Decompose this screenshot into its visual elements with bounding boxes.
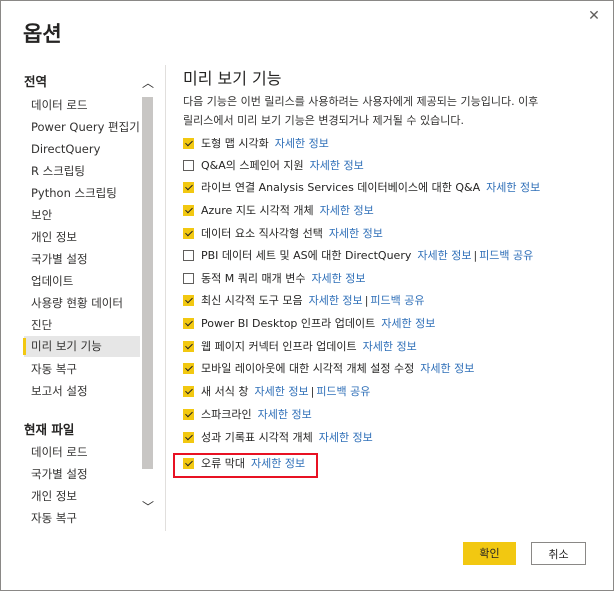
feature-checkbox[interactable] — [183, 409, 194, 420]
sidebar-item-regional-settings[interactable]: 국가별 설정 — [24, 249, 138, 270]
feature-checkbox[interactable] — [183, 250, 194, 261]
sidebar-item-file-privacy[interactable]: 개인 정보 — [24, 486, 138, 507]
feature-checkbox[interactable] — [183, 432, 194, 443]
sidebar-item-usage-data[interactable]: 사용량 현황 데이터 — [24, 293, 138, 314]
feature-label: PBI 데이터 세트 및 AS에 대한 DirectQuery — [201, 249, 412, 262]
feature-checkbox[interactable] — [183, 205, 194, 216]
section-header-global: 전역 — [24, 74, 48, 89]
learn-more-link[interactable]: 자세한 정보 — [363, 340, 417, 353]
feature-row-rect-select: 데이터 요소 직사각형 선택 자세한 정보 — [183, 224, 383, 244]
pane-divider — [165, 65, 166, 531]
learn-more-link[interactable]: 자세한 정보 — [320, 204, 374, 217]
feature-label: Q&A의 스페인어 지원 — [201, 159, 304, 172]
learn-more-link[interactable]: 자세한 정보 — [417, 249, 471, 262]
learn-more-link[interactable]: 자세한 정보 — [420, 362, 474, 375]
feature-checkbox[interactable] — [183, 138, 194, 149]
feature-label: Azure 지도 시각적 개체 — [201, 204, 314, 217]
feature-checkbox[interactable] — [183, 228, 194, 239]
feature-row-format-pane: 새 서식 창 자세한 정보 | 피드백 공유 — [183, 382, 370, 402]
learn-more-link[interactable]: 자세한 정보 — [329, 227, 383, 240]
feature-row-mobile-layout: 모바일 레이아웃에 대한 시각적 개체 설정 수정 자세한 정보 — [183, 359, 474, 379]
feature-label: 라이브 연결 Analysis Services 데이터베이스에 대한 Q&A — [201, 181, 481, 194]
sidebar-item-diagnostics[interactable]: 진단 — [24, 315, 138, 336]
sidebar-item-security[interactable]: 보안 — [24, 205, 138, 226]
learn-more-link[interactable]: 자세한 정보 — [311, 272, 365, 285]
feature-row-dynamic-m: 동적 M 쿼리 매개 변수 자세한 정보 — [183, 269, 366, 289]
feature-row-scorecard: 성과 기록표 시각적 개체 자세한 정보 — [183, 428, 373, 448]
sidebar-item-privacy[interactable]: 개인 정보 — [24, 227, 138, 248]
scrollbar-thumb[interactable] — [142, 97, 153, 469]
learn-more-link[interactable]: 자세한 정보 — [275, 137, 329, 150]
feature-label: Power BI Desktop 인프라 업데이트 — [201, 317, 376, 330]
sidebar-item-file-data-load[interactable]: 데이터 로드 — [24, 442, 138, 463]
feature-label: 동적 M 쿼리 매개 변수 — [201, 272, 306, 285]
sidebar-item-data-load[interactable]: 데이터 로드 — [24, 95, 138, 116]
description-text: 다음 기능은 이번 릴리스를 사용하려는 사용자에게 제공되는 기능입니다. 이… — [183, 92, 603, 130]
feature-row-desktop-infra: Power BI Desktop 인프라 업데이트 자세한 정보 — [183, 314, 435, 334]
feature-checkbox[interactable] — [183, 363, 194, 374]
feature-checkbox[interactable] — [183, 182, 194, 193]
feature-row-qna-live-connect: 라이브 연결 Analysis Services 데이터베이스에 대한 Q&A 자… — [183, 178, 540, 198]
share-feedback-link[interactable]: 피드백 공유 — [479, 249, 533, 262]
learn-more-link[interactable]: 자세한 정보 — [254, 385, 308, 398]
feature-row-azure-map: Azure 지도 시각적 개체 자세한 정보 — [183, 201, 374, 221]
dialog-title: 옵션 — [23, 22, 62, 46]
ok-button[interactable]: 확인 — [463, 542, 516, 565]
sidebar-item-r-scripting[interactable]: R 스크립팅 — [24, 161, 138, 182]
sidebar-item-file-auto-recovery[interactable]: 자동 복구 — [24, 508, 138, 529]
learn-more-link[interactable]: 자세한 정보 — [381, 317, 435, 330]
share-feedback-link[interactable]: 피드백 공유 — [370, 294, 424, 307]
feature-row-web-connector: 웹 페이지 커넥터 인프라 업데이트 자세한 정보 — [183, 337, 417, 357]
sidebar-item-updates[interactable]: 업데이트 — [24, 271, 138, 292]
cancel-button[interactable]: 취소 — [531, 542, 586, 565]
description-line-2: 릴리스에서 미리 보기 기능은 변경되거나 제거될 수 있습니다. — [183, 114, 464, 127]
options-dialog: ✕ 옵션 전역 데이터 로드 Power Query 편집기 DirectQue… — [0, 0, 614, 591]
sidebar-item-auto-recovery[interactable]: 자동 복구 — [24, 359, 138, 380]
section-header-current-file: 현재 파일 — [24, 422, 75, 437]
feature-label: 웹 페이지 커넥터 인프라 업데이트 — [201, 340, 357, 353]
highlight-box — [173, 453, 318, 478]
feature-row-visual-toolbar: 최신 시각적 도구 모음 자세한 정보 | 피드백 공유 — [183, 291, 425, 311]
feature-label: 새 서식 창 — [201, 385, 249, 398]
feature-checkbox[interactable] — [183, 318, 194, 329]
chevron-up-icon[interactable]: ︿ — [140, 75, 156, 91]
feature-label: 데이터 요소 직사각형 선택 — [201, 227, 323, 240]
feature-row-shape-map: 도형 맵 시각화 자세한 정보 — [183, 134, 329, 154]
feature-row-qna-spanish: Q&A의 스페인어 지원 자세한 정보 — [183, 156, 364, 176]
sidebar-item-python-scripting[interactable]: Python 스크립팅 — [24, 183, 138, 204]
page-title: 미리 보기 기능 — [183, 69, 282, 88]
feature-checkbox[interactable] — [183, 273, 194, 284]
feature-row-directquery-pbi: PBI 데이터 세트 및 AS에 대한 DirectQuery 자세한 정보 | 피드… — [183, 246, 533, 266]
share-feedback-link[interactable]: 피드백 공유 — [316, 385, 370, 398]
feature-label: 스파크라인 — [201, 408, 252, 421]
feature-label: 최신 시각적 도구 모음 — [201, 294, 303, 307]
sidebar-item-directquery[interactable]: DirectQuery — [24, 139, 138, 160]
learn-more-link[interactable]: 자세한 정보 — [309, 294, 363, 307]
learn-more-link[interactable]: 자세한 정보 — [310, 159, 364, 172]
feature-label: 도형 맵 시각화 — [201, 137, 269, 150]
learn-more-link[interactable]: 자세한 정보 — [258, 408, 312, 421]
close-icon[interactable]: ✕ — [585, 7, 603, 25]
sidebar-item-report-settings[interactable]: 보고서 설정 — [24, 381, 138, 402]
feature-checkbox[interactable] — [183, 160, 194, 171]
description-line-1: 다음 기능은 이번 릴리스를 사용하려는 사용자에게 제공되는 기능입니다. 이… — [183, 95, 539, 108]
sidebar-item-file-regional-settings[interactable]: 국가별 설정 — [24, 464, 138, 485]
feature-checkbox[interactable] — [183, 386, 194, 397]
feature-label: 성과 기록표 시각적 개체 — [201, 431, 313, 444]
feature-checkbox[interactable] — [183, 341, 194, 352]
learn-more-link[interactable]: 자세한 정보 — [486, 181, 540, 194]
feature-label: 모바일 레이아웃에 대한 시각적 개체 설정 수정 — [201, 362, 415, 375]
feature-row-sparklines: 스파크라인 자세한 정보 — [183, 405, 312, 425]
options-sidebar: 전역 데이터 로드 Power Query 편집기 DirectQuery R … — [17, 63, 141, 531]
sidebar-item-preview-features[interactable]: 미리 보기 기능 — [23, 336, 141, 357]
link-separator: | — [310, 385, 315, 398]
learn-more-link[interactable]: 자세한 정보 — [319, 431, 373, 444]
chevron-down-icon[interactable]: ﹀ — [140, 499, 156, 515]
sidebar-item-power-query-editor[interactable]: Power Query 편집기 — [24, 117, 140, 138]
sidebar-scrollbar[interactable]: ︿ ﹀ — [140, 71, 156, 527]
link-separator: | — [473, 249, 478, 262]
feature-checkbox[interactable] — [183, 295, 194, 306]
link-separator: | — [364, 294, 369, 307]
